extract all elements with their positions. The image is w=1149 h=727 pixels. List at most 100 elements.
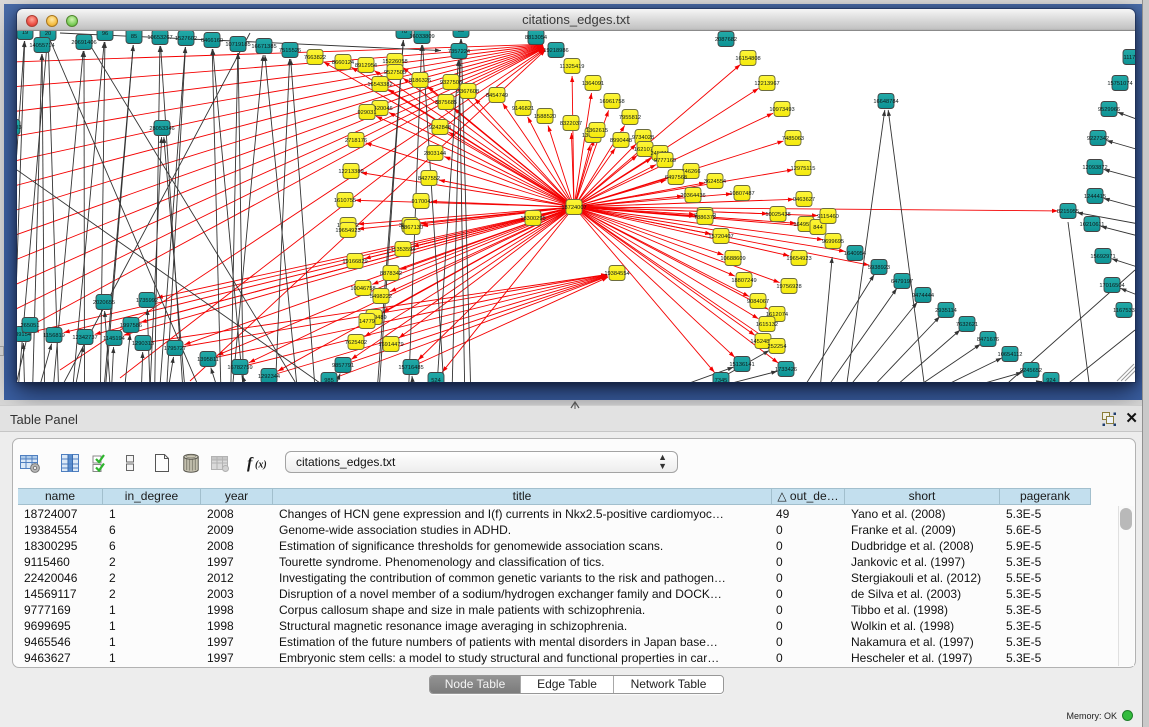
svg-text:1527602: 1527602 [175,36,197,42]
svg-text:9734028: 9734028 [632,135,654,141]
svg-text:265051: 265051 [21,323,40,329]
svg-text:19654923: 19654923 [335,228,360,234]
svg-text:2087682: 2087682 [715,37,737,43]
svg-text:6466160: 6466160 [201,38,223,44]
svg-text:2803144: 2803144 [424,151,446,157]
svg-text:19218986: 19218986 [543,48,568,54]
svg-text:16033809: 16033809 [409,34,434,40]
svg-text:16543382: 16543382 [367,82,392,88]
svg-text:14779: 14779 [359,319,375,325]
svg-text:18300295: 18300295 [520,216,545,222]
svg-text:1795727: 1795727 [164,346,186,352]
svg-text:8186326: 8186326 [409,78,431,84]
svg-text:9699695: 9699695 [822,239,844,245]
svg-text:7515526: 7515526 [279,48,301,54]
svg-text:11325419: 11325419 [560,64,585,70]
svg-text:1362615: 1362615 [586,128,608,134]
svg-text:12213967: 12213967 [754,81,779,87]
svg-text:7955812: 7955812 [619,115,641,121]
svg-text:1395811: 1395811 [197,357,219,363]
svg-text:10653267: 10653267 [147,35,172,41]
svg-text:8813054: 8813054 [525,35,547,41]
svg-text:1290313: 1290313 [132,341,154,347]
svg-text:2718176: 2718176 [345,138,367,144]
svg-text:9245652: 9245652 [1020,368,1042,374]
svg-text:9463627: 9463627 [793,197,815,203]
svg-text:16782759: 16782759 [227,365,252,371]
svg-text:19756928: 19756928 [776,284,801,290]
svg-text:1735992: 1735992 [136,298,158,304]
svg-text:1997586: 1997586 [120,323,142,329]
svg-text:1588520: 1588520 [534,114,556,120]
svg-text:9529966: 9529966 [1098,107,1120,113]
svg-text:524: 524 [431,378,441,382]
svg-text:1167533: 1167533 [1113,308,1135,314]
svg-text:19: 19 [22,31,28,36]
svg-text:1156819: 1156819 [43,333,65,339]
svg-text:8912954: 8912954 [355,63,377,69]
svg-text:8454749: 8454749 [486,93,508,99]
svg-text:6497568: 6497568 [665,175,687,181]
svg-text:16914479: 16914479 [378,342,403,348]
svg-text:929031: 929031 [358,110,377,116]
svg-text:12093872: 12093872 [1082,165,1107,171]
svg-text:985: 985 [324,378,334,382]
svg-text:9242848: 9242848 [429,125,451,131]
svg-text:7357224: 7357224 [448,49,470,55]
svg-text:78: 78 [401,31,407,35]
svg-text:3875685: 3875685 [435,100,457,106]
svg-text:8427552: 8427552 [418,176,440,182]
svg-text:10025438: 10025438 [765,212,790,218]
svg-text:5938923: 5938923 [868,265,890,271]
svg-text:8660124: 8660124 [332,60,354,66]
svg-text:14055714: 14055714 [29,43,54,49]
svg-text:(x): (x) [255,460,267,471]
svg-text:1610755: 1610755 [334,198,356,204]
svg-text:7632621: 7632621 [956,322,978,328]
svg-text:12213389: 12213389 [338,169,363,175]
svg-text:2935114: 2935114 [935,308,957,314]
svg-text:19654923: 19654923 [786,256,811,262]
svg-text:8867130: 8867130 [401,225,423,231]
svg-text:1733426: 1733426 [775,367,797,373]
svg-text:18724007: 18724007 [561,205,586,211]
svg-text:10210611: 10210611 [1080,222,1105,228]
svg-text:28053346: 28053346 [149,126,174,132]
svg-text:1145194: 1145194 [103,336,125,342]
svg-text:216503: 216503 [17,125,21,131]
svg-text:8990448: 8990448 [610,138,632,144]
svg-text:9527505: 9527505 [384,70,406,76]
svg-text:10973493: 10973493 [769,107,794,113]
svg-text:2020655: 2020655 [93,300,115,306]
svg-text:6479197: 6479197 [891,279,913,285]
svg-text:8215955: 8215955 [1057,209,1079,215]
svg-text:20691406: 20691406 [71,40,96,46]
svg-text:10807487: 10807487 [729,191,754,197]
svg-text:16648784: 16648784 [873,99,898,105]
svg-text:9227342: 9227342 [1087,136,1109,142]
svg-text:11353594: 11353594 [391,247,416,253]
svg-text:9146821: 9146821 [512,106,534,112]
svg-text:88: 88 [458,31,464,34]
svg-text:9115460: 9115460 [817,214,839,220]
svg-text:17016504: 17016504 [1099,283,1124,289]
svg-text:12342737: 12342737 [72,335,97,341]
svg-text:96: 96 [102,31,108,37]
svg-text:15720407: 15720407 [708,234,733,240]
svg-text:16154808: 16154808 [735,56,760,62]
svg-text:8878342: 8878342 [380,271,402,277]
svg-text:9474444: 9474444 [912,293,934,299]
svg-text:15716485: 15716485 [398,365,423,371]
svg-text:10654112: 10654112 [998,352,1023,358]
svg-text:18807249: 18807249 [731,278,756,284]
svg-text:9857791: 9857791 [332,363,354,369]
svg-text:9084067: 9084067 [747,299,769,305]
svg-text:15751074: 15751074 [1107,81,1132,87]
svg-text:8471676: 8471676 [977,337,999,343]
svg-text:1292344: 1292344 [258,374,280,380]
svg-text:12975115: 12975115 [791,166,816,172]
svg-text:20: 20 [45,31,51,37]
svg-text:85: 85 [131,34,137,40]
svg-text:7485063: 7485063 [782,136,804,142]
svg-text:844: 844 [813,225,823,231]
